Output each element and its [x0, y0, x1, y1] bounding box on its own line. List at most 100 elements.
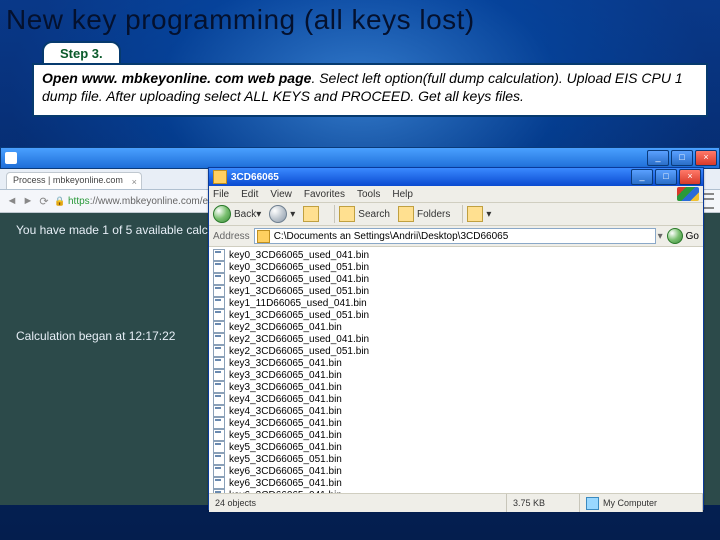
- file-icon: [213, 489, 225, 493]
- file-icon: [213, 297, 225, 309]
- explorer-statusbar: 24 objects 3.75 KB My Computer: [209, 493, 703, 512]
- up-button[interactable]: [303, 206, 322, 222]
- address-path: C:\Documents an Settings\Andrii\Desktop\…: [274, 231, 509, 242]
- my-computer-icon: [586, 497, 599, 510]
- file-row[interactable]: key0_3CD66065_used_041.bin: [213, 273, 699, 285]
- file-row[interactable]: key3_3CD66065_041.bin: [213, 369, 699, 381]
- minimize-button[interactable]: _: [647, 150, 669, 166]
- explorer-menubar: File Edit View Favorites Tools Help: [209, 186, 703, 203]
- file-icon: [213, 273, 225, 285]
- search-icon: [339, 206, 355, 222]
- file-row[interactable]: key0_3CD66065_used_041.bin: [213, 249, 699, 261]
- menu-tools[interactable]: Tools: [357, 189, 380, 200]
- address-field[interactable]: C:\Documents an Settings\Andrii\Desktop\…: [254, 228, 656, 244]
- explorer-close-button[interactable]: ×: [679, 169, 701, 185]
- file-name: key3_3CD66065_041.bin: [229, 382, 342, 393]
- menu-favorites[interactable]: Favorites: [304, 189, 345, 200]
- explorer-window: 3CD66065 _ □ × File Edit View Favorites …: [208, 167, 704, 510]
- status-location: My Computer: [580, 494, 703, 512]
- file-icon: [213, 249, 225, 261]
- file-icon: [213, 417, 225, 429]
- file-name: key6_3CD66065_041.bin: [229, 478, 342, 489]
- file-icon: [213, 369, 225, 381]
- file-icon: [213, 405, 225, 417]
- folders-icon: [398, 206, 414, 222]
- back-icon[interactable]: ◄: [6, 195, 18, 207]
- chrome-titlebar[interactable]: _ □ ×: [0, 147, 720, 169]
- file-list: key0_3CD66065_used_041.binkey0_3CD66065_…: [209, 247, 703, 493]
- file-name: key5_3CD66065_051.bin: [229, 454, 342, 465]
- explorer-toolbar: Back ▾ ▾ Search Folders ▾: [209, 203, 703, 226]
- file-row[interactable]: key1_3CD66065_used_051.bin: [213, 309, 699, 321]
- file-name: key4_3CD66065_041.bin: [229, 418, 342, 429]
- up-folder-icon: [303, 206, 319, 222]
- go-button[interactable]: Go: [667, 228, 699, 244]
- maximize-button[interactable]: □: [671, 150, 693, 166]
- file-icon: [213, 393, 225, 405]
- file-row[interactable]: key4_3CD66065_041.bin: [213, 417, 699, 429]
- file-row[interactable]: key2_3CD66065_used_041.bin: [213, 333, 699, 345]
- close-tab-icon[interactable]: ×: [132, 175, 137, 190]
- file-name: key3_3CD66065_041.bin: [229, 370, 342, 381]
- file-row[interactable]: key5_3CD66065_051.bin: [213, 453, 699, 465]
- file-row[interactable]: key5_3CD66065_041.bin: [213, 429, 699, 441]
- file-row[interactable]: key2_3CD66065_041.bin: [213, 321, 699, 333]
- explorer-window-title: 3CD66065: [231, 172, 631, 183]
- file-icon: [213, 381, 225, 393]
- file-name: key2_3CD66065_041.bin: [229, 322, 342, 333]
- menu-edit[interactable]: Edit: [241, 189, 258, 200]
- file-row[interactable]: key0_3CD66065_used_051.bin: [213, 261, 699, 273]
- file-icon: [213, 309, 225, 321]
- file-icon: [213, 429, 225, 441]
- file-name: key2_3CD66065_used_051.bin: [229, 346, 369, 357]
- forward-icon[interactable]: ►: [22, 195, 34, 207]
- file-row[interactable]: key4_3CD66065_041.bin: [213, 393, 699, 405]
- instruction-text-1: Open www. mbkeyonline. com web page: [42, 70, 311, 86]
- chrome-tab[interactable]: Process | mbkeyonline.com ×: [6, 172, 142, 189]
- views-button[interactable]: ▾: [467, 206, 491, 222]
- step-badge: Step 3.: [42, 41, 121, 63]
- forward-button[interactable]: ▾: [269, 205, 295, 223]
- file-name: key6_3CD66065_041.bin: [229, 466, 342, 477]
- file-row[interactable]: key3_3CD66065_041.bin: [213, 381, 699, 393]
- file-name: key4_3CD66065_041.bin: [229, 406, 342, 417]
- file-name: key6_3CD66065_041.bin: [229, 490, 342, 494]
- folders-button[interactable]: Folders: [398, 206, 450, 222]
- file-name: key2_3CD66065_used_041.bin: [229, 334, 369, 345]
- windows-logo-icon: [677, 187, 699, 201]
- menu-help[interactable]: Help: [392, 189, 413, 200]
- explorer-maximize-button[interactable]: □: [655, 169, 677, 185]
- file-icon: [213, 441, 225, 453]
- file-row[interactable]: key1_3CD66065_used_051.bin: [213, 285, 699, 297]
- back-button[interactable]: Back ▾: [213, 205, 261, 223]
- file-row[interactable]: key2_3CD66065_used_051.bin: [213, 345, 699, 357]
- file-row[interactable]: key5_3CD66065_041.bin: [213, 441, 699, 453]
- explorer-minimize-button[interactable]: _: [631, 169, 653, 185]
- folder-small-icon: [257, 230, 270, 243]
- file-icon: [213, 465, 225, 477]
- file-name: key0_3CD66065_used_051.bin: [229, 262, 369, 273]
- menu-view[interactable]: View: [270, 189, 292, 200]
- file-row[interactable]: key3_3CD66065_041.bin: [213, 357, 699, 369]
- file-row[interactable]: key4_3CD66065_041.bin: [213, 405, 699, 417]
- explorer-titlebar[interactable]: 3CD66065 _ □ ×: [209, 168, 703, 186]
- search-button[interactable]: Search: [339, 206, 390, 222]
- status-objects: 24 objects: [209, 494, 507, 512]
- file-icon: [213, 477, 225, 489]
- file-icon: [213, 261, 225, 273]
- close-button[interactable]: ×: [695, 150, 717, 166]
- lock-icon: 🔒: [54, 196, 64, 206]
- status-size: 3.75 KB: [507, 494, 580, 512]
- file-name: key0_3CD66065_used_041.bin: [229, 274, 369, 285]
- file-row[interactable]: key1_11D66065_used_041.bin: [213, 297, 699, 309]
- file-icon: [213, 321, 225, 333]
- folder-icon: [213, 170, 227, 184]
- file-name: key1_3CD66065_used_051.bin: [229, 310, 369, 321]
- menu-file[interactable]: File: [213, 189, 229, 200]
- file-row[interactable]: key6_3CD66065_041.bin: [213, 465, 699, 477]
- explorer-addressbar: Address C:\Documents an Settings\Andrii\…: [209, 226, 703, 247]
- chrome-app-icon: [5, 152, 17, 164]
- file-icon: [213, 285, 225, 297]
- reload-icon[interactable]: ⟳: [38, 195, 50, 207]
- file-row[interactable]: key6_3CD66065_041.bin: [213, 477, 699, 489]
